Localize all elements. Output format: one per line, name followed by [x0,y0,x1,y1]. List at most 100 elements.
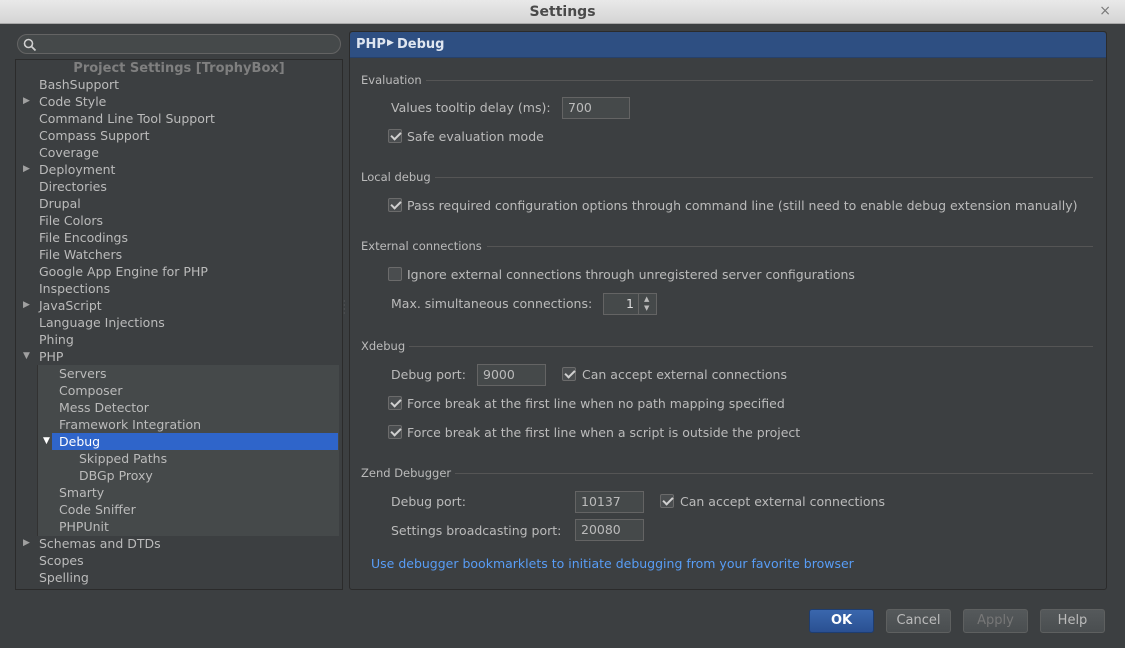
expand-right-icon[interactable]: ▶ [23,535,30,552]
bookmarklets-link[interactable]: Use debugger bookmarklets to initiate de… [371,556,854,571]
force-break-no-mapping-checkbox[interactable] [388,396,402,410]
close-icon[interactable]: × [1099,3,1111,19]
splitter-handle[interactable]: · · · · [343,298,347,320]
tree-header: Project Settings [TrophyBox] [73,61,285,76]
tree-item[interactable]: Drupal [39,195,81,212]
tree-item[interactable]: File Encodings [39,229,128,246]
tree-item[interactable]: File Colors [39,212,103,229]
help-button[interactable]: Help [1040,609,1105,633]
tree-item-label: DBGp Proxy [79,468,153,483]
search-input[interactable] [17,34,341,54]
tree-item-label: PHPUnit [59,519,109,534]
tree-item-label: Deployment [39,162,116,177]
tree-item[interactable]: BashSupport [39,76,119,93]
tree-item-label: Framework Integration [59,417,202,432]
force-break-no-mapping-label: Force break at the first line when no pa… [407,396,785,411]
tree-item[interactable]: ▶ Schemas and DTDs [23,535,161,552]
xdebug-accept-checkbox[interactable] [562,367,576,381]
tree-item[interactable]: Command Line Tool Support [39,110,215,127]
tree-item[interactable]: Language Injections [39,314,165,331]
tree-item[interactable]: ▶ Code Style [23,93,106,110]
pass-config-label: Pass required configuration options thro… [407,198,1078,213]
tree-item[interactable]: Google App Engine for PHP [39,263,208,280]
tree-item-label: PHP [39,349,64,364]
tree-item-label: Compass Support [39,128,150,143]
tree-item-label: Debug [59,434,101,449]
group-divider [435,177,1093,178]
tree-item[interactable]: ▶ JavaScript [23,297,102,314]
tree-item[interactable]: ▼ PHP [23,348,64,365]
tree-item-label: Command Line Tool Support [39,111,215,126]
tree-item[interactable]: Coverage [39,144,99,161]
expand-right-icon[interactable]: ▶ [23,161,30,178]
ignore-external-checkbox[interactable] [388,267,402,281]
ignore-external-label: Ignore external connections through unre… [407,267,855,282]
tree-item-label: Smarty [59,485,105,500]
window-title: Settings [529,4,596,20]
group-title-xdebug: Xdebug [361,339,406,353]
expand-down-icon[interactable]: ▼ [43,433,50,450]
debug-settings-panel: PHP ▶ Debug Evaluation Values tooltip de… [349,31,1107,590]
group-title-local-debug: Local debug [361,170,431,184]
max-connections-stepper[interactable]: 1 ▲ ▼ [603,293,657,315]
zend-accept-label: Can accept external connections [680,494,885,509]
tree-item-label: File Encodings [39,230,129,245]
zend-port-input[interactable]: 10137 [575,491,644,513]
zend-accept-checkbox[interactable] [660,494,674,508]
tree-item-label: Drupal [39,196,81,211]
tree-item[interactable]: Code Sniffer [59,501,136,518]
tree-item[interactable]: Phing [39,331,74,348]
broadcast-port-label: Settings broadcasting port: [391,523,562,538]
tree-item-label: Servers [59,366,107,381]
search-icon [23,38,37,52]
tree-item-label: Google App Engine for PHP [39,264,208,279]
tree-item[interactable]: Smarty [59,484,104,501]
tooltip-delay-input[interactable]: 700 [562,97,630,119]
tree-item[interactable]: Framework Integration [59,416,201,433]
group-title-external-connections: External connections [361,239,482,253]
tree-item[interactable]: Compass Support [39,127,150,144]
breadcrumb-parent: PHP [356,37,386,52]
tree-item-label: Scopes [39,553,84,568]
breadcrumb: PHP ▶ Debug [350,32,1106,58]
tree-item-label: Inspections [39,281,111,296]
tree-item[interactable]: Composer [59,382,122,399]
tree-item[interactable]: Inspections [39,280,110,297]
apply-button[interactable]: Apply [963,609,1028,633]
xdebug-port-input[interactable]: 9000 [477,364,546,386]
tree-item-label: Schemas and DTDs [39,536,161,551]
cancel-button[interactable]: Cancel [886,609,951,633]
expand-right-icon[interactable]: ▶ [23,93,30,110]
xdebug-port-label: Debug port: [391,367,466,382]
breadcrumb-current: Debug [397,37,445,52]
tree-item[interactable]: ▶ Deployment [23,161,116,178]
tree-item[interactable]: Servers [59,365,107,382]
tree-item[interactable]: Mess Detector [59,399,149,416]
group-divider [487,246,1093,247]
expand-right-icon[interactable]: ▶ [23,297,30,314]
stepper-down-icon[interactable]: ▼ [644,304,649,312]
tree-item[interactable]: Spelling [39,569,89,586]
ok-button[interactable]: OK [809,609,874,633]
tree-item[interactable]: File Watchers [39,246,122,263]
tree-item[interactable]: Directories [39,178,107,195]
safe-evaluation-checkbox[interactable] [388,129,402,143]
tree-item-label: JavaScript [39,298,102,313]
stepper-up-icon[interactable]: ▲ [644,295,649,303]
tree-item[interactable]: Scopes [39,552,84,569]
tree-item[interactable]: PHPUnit [59,518,109,535]
tree-item-label: Mess Detector [59,400,149,415]
pass-config-checkbox[interactable] [388,198,402,212]
xdebug-accept-label: Can accept external connections [582,367,787,382]
expand-down-icon[interactable]: ▼ [23,348,30,365]
safe-evaluation-label: Safe evaluation mode [407,129,544,144]
stepper-buttons[interactable]: ▲ ▼ [638,294,656,314]
force-break-outside-checkbox[interactable] [388,425,402,439]
tree-item-label: Composer [59,383,123,398]
tree-item[interactable]: ▼ Debug [43,433,101,450]
broadcast-port-input[interactable]: 20080 [575,519,644,541]
group-divider [426,80,1093,81]
group-divider [455,473,1093,474]
tree-item[interactable]: Skipped Paths [79,450,167,467]
tree-item[interactable]: DBGp Proxy [79,467,153,484]
